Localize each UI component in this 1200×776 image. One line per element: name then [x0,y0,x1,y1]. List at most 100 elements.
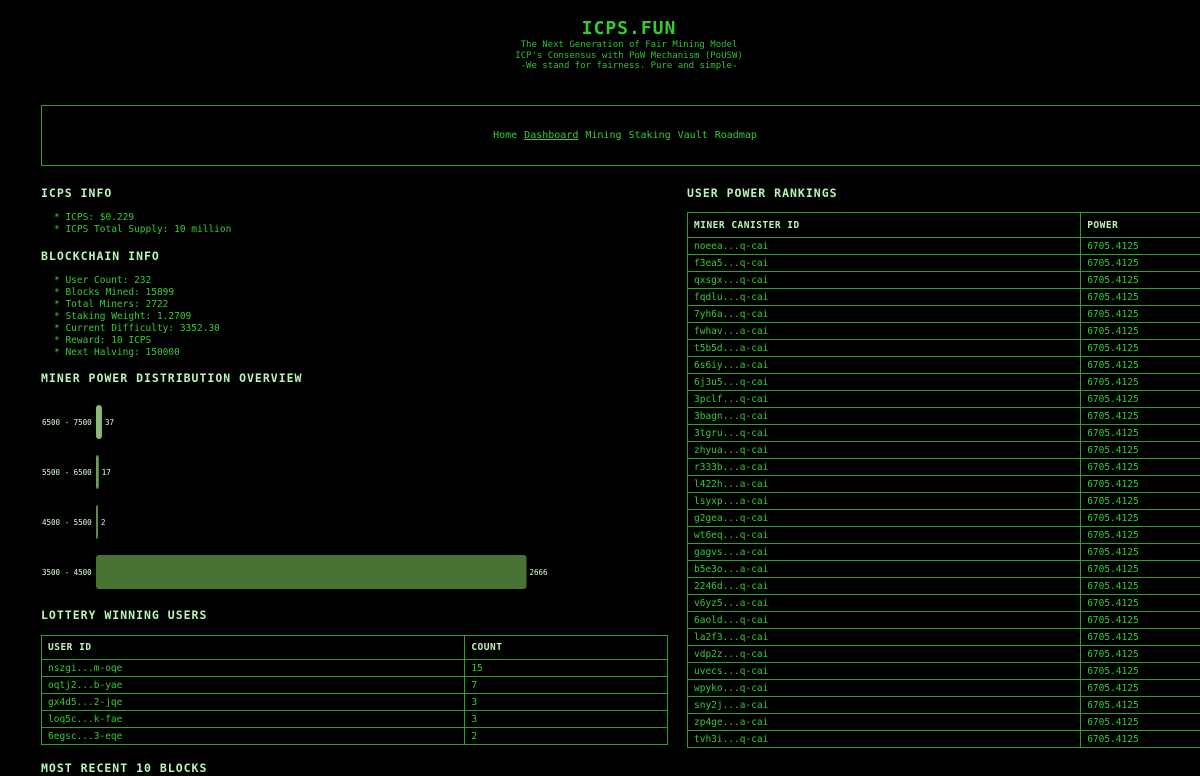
bar-category-label: 6500 - 7500 [42,418,92,427]
ranking-id-cell: g2gea...q-cai [686,509,1082,527]
staking-weight: Staking Weight: 1.2709 [54,311,220,323]
rankings-header-row: MINER CANISTER ID POWER [686,212,1200,238]
lottery-value-cell: 2 [464,727,668,745]
tagline-3: -We stand for fairness. Pure and simple- [520,61,738,71]
bar-6500-7500 [96,405,102,439]
ranking-value-cell: 6705.4125 [1080,441,1200,459]
table-row: 3tgru...q-cai 6705.4125 [686,424,1200,442]
table-row: 7yh6a...q-cai 6705.4125 [686,305,1200,323]
miner-power-distribution-chart: 6500 - 7500 37 5500 - 6500 17 4500 - 5500 2 35… [42,405,549,589]
distribution-title: MINER POWER DISTRIBUTION OVERVIEW [41,371,303,385]
bar-value-label: 17 [102,468,111,477]
lottery-value-cell: 3 [464,710,668,728]
rankings-table: MINER CANISTER ID POWER noeea...q-cai 670… [686,212,1200,748]
ranking-value-cell: 6705.4125 [1080,679,1200,697]
user-count: User Count: 232 [54,275,220,287]
ranking-id-cell: 7yh6a...q-cai [686,305,1082,323]
ranking-id-cell: 3pclf...q-cai [686,390,1082,408]
ranking-value-cell: 6705.4125 [1080,305,1200,323]
ranking-value-cell: 6705.4125 [1080,458,1200,476]
ranking-value-cell: 6705.4125 [1080,526,1200,544]
lottery-header-row: USER ID COUNT [40,635,668,660]
ranking-value-cell: 6705.4125 [1080,373,1200,391]
table-row: 6aold...q-cai 6705.4125 [686,611,1200,629]
ranking-id-cell: fqdlu...q-cai [686,288,1082,306]
ranking-value-cell: 6705.4125 [1080,492,1200,510]
next-halving: Next Halving: 150000 [54,347,220,359]
table-row: 3bagn...q-cai 6705.4125 [686,407,1200,425]
table-row: wpyko...q-cai 6705.4125 [686,679,1200,697]
ranking-value-cell: 6705.4125 [1080,611,1200,629]
table-row: 6s6iy...a-cai 6705.4125 [686,356,1200,374]
lottery-header-user-id: USER ID [40,635,466,660]
bar-value-label: 2666 [530,568,549,577]
ranking-id-cell: sny2j...a-cai [686,696,1082,714]
bar-category-label: 5500 - 6500 [42,468,92,477]
ranking-id-cell: noeea...q-cai [686,237,1082,255]
table-row: zhyua...q-cai 6705.4125 [686,441,1200,459]
nav-home[interactable]: Home [493,130,517,141]
ranking-id-cell: 3tgru...q-cai [686,424,1082,442]
bar-value-label: 2 [101,518,106,527]
ranking-id-cell: 6j3u5...q-cai [686,373,1082,391]
table-row: lsyxp...a-cai 6705.4125 [686,492,1200,510]
ranking-value-cell: 6705.4125 [1080,288,1200,306]
table-row: 6egsc...3-eqe 2 [40,727,668,745]
table-row: f3ea5...q-cai 6705.4125 [686,254,1200,272]
nav-dashboard[interactable]: Dashboard [524,130,578,141]
ranking-id-cell: 6s6iy...a-cai [686,356,1082,374]
ranking-value-cell: 6705.4125 [1080,696,1200,714]
ranking-value-cell: 6705.4125 [1080,407,1200,425]
ranking-id-cell: t5b5d...a-cai [686,339,1082,357]
table-row: fwhav...a-cai 6705.4125 [686,322,1200,340]
bar-4500-5500 [96,505,98,539]
table-row: uvecs...q-cai 6705.4125 [686,662,1200,680]
ranking-value-cell: 6705.4125 [1080,594,1200,612]
nav-mining[interactable]: Mining [585,130,621,141]
site-header: ICPS.FUN The Next Generation of Fair Min… [0,18,1200,72]
nav-links: Home Dashboard Mining Staking Vault Road… [493,130,757,141]
nav-roadmap[interactable]: Roadmap [715,130,757,141]
table-row: qxsgx...q-cai 6705.4125 [686,271,1200,289]
ranking-value-cell: 6705.4125 [1080,543,1200,561]
table-row: v6yz5...a-cai 6705.4125 [686,594,1200,612]
ranking-value-cell: 6705.4125 [1080,254,1200,272]
ranking-id-cell: 3bagn...q-cai [686,407,1082,425]
table-row: la2f3...q-cai 6705.4125 [686,628,1200,646]
ranking-id-cell: lsyxp...a-cai [686,492,1082,510]
table-row: vdp2z...q-cai 6705.4125 [686,645,1200,663]
table-row: gx4d5...2-jqe 3 [40,693,668,711]
rankings-header-canister-id: MINER CANISTER ID [686,212,1082,238]
table-row: oqtj2...b-yae 7 [40,676,668,694]
bar-category-label: 3500 - 4500 [42,568,92,577]
icps-info-title: ICPS INFO [41,186,113,200]
ranking-id-cell: qxsgx...q-cai [686,271,1082,289]
ranking-value-cell: 6705.4125 [1080,713,1200,731]
table-row: tvh3i...q-cai 6705.4125 [686,730,1200,748]
bar-5500-6500 [96,455,99,489]
nav-vault[interactable]: Vault [678,130,708,141]
recent-blocks-title: MOST RECENT 10 BLOCKS [41,761,208,775]
lottery-value-cell: 7 [464,676,668,694]
ranking-value-cell: 6705.4125 [1080,424,1200,442]
icps-total-supply: ICPS Total Supply: 10 million [54,224,231,236]
nav-staking[interactable]: Staking [628,130,670,141]
rankings-title: USER POWER RANKINGS [687,186,838,200]
table-row: 6j3u5...q-cai 6705.4125 [686,373,1200,391]
ranking-value-cell: 6705.4125 [1080,662,1200,680]
bar-category-label: 4500 - 5500 [42,518,92,527]
ranking-value-cell: 6705.4125 [1080,356,1200,374]
ranking-id-cell: v6yz5...a-cai [686,594,1082,612]
lottery-id-cell: loq5c...k-fae [40,710,466,728]
ranking-value-cell: 6705.4125 [1080,322,1200,340]
table-row: sny2j...a-cai 6705.4125 [686,696,1200,714]
ranking-value-cell: 6705.4125 [1080,237,1200,255]
ranking-id-cell: 6aold...q-cai [686,611,1082,629]
table-row: 3pclf...q-cai 6705.4125 [686,390,1200,408]
table-row: g2gea...q-cai 6705.4125 [686,509,1200,527]
lottery-id-cell: oqtj2...b-yae [40,676,466,694]
icps-info-list: ICPS: $0.229 ICPS Total Supply: 10 milli… [54,212,231,236]
ranking-id-cell: vdp2z...q-cai [686,645,1082,663]
table-row: b5e3o...a-cai 6705.4125 [686,560,1200,578]
ranking-id-cell: b5e3o...a-cai [686,560,1082,578]
